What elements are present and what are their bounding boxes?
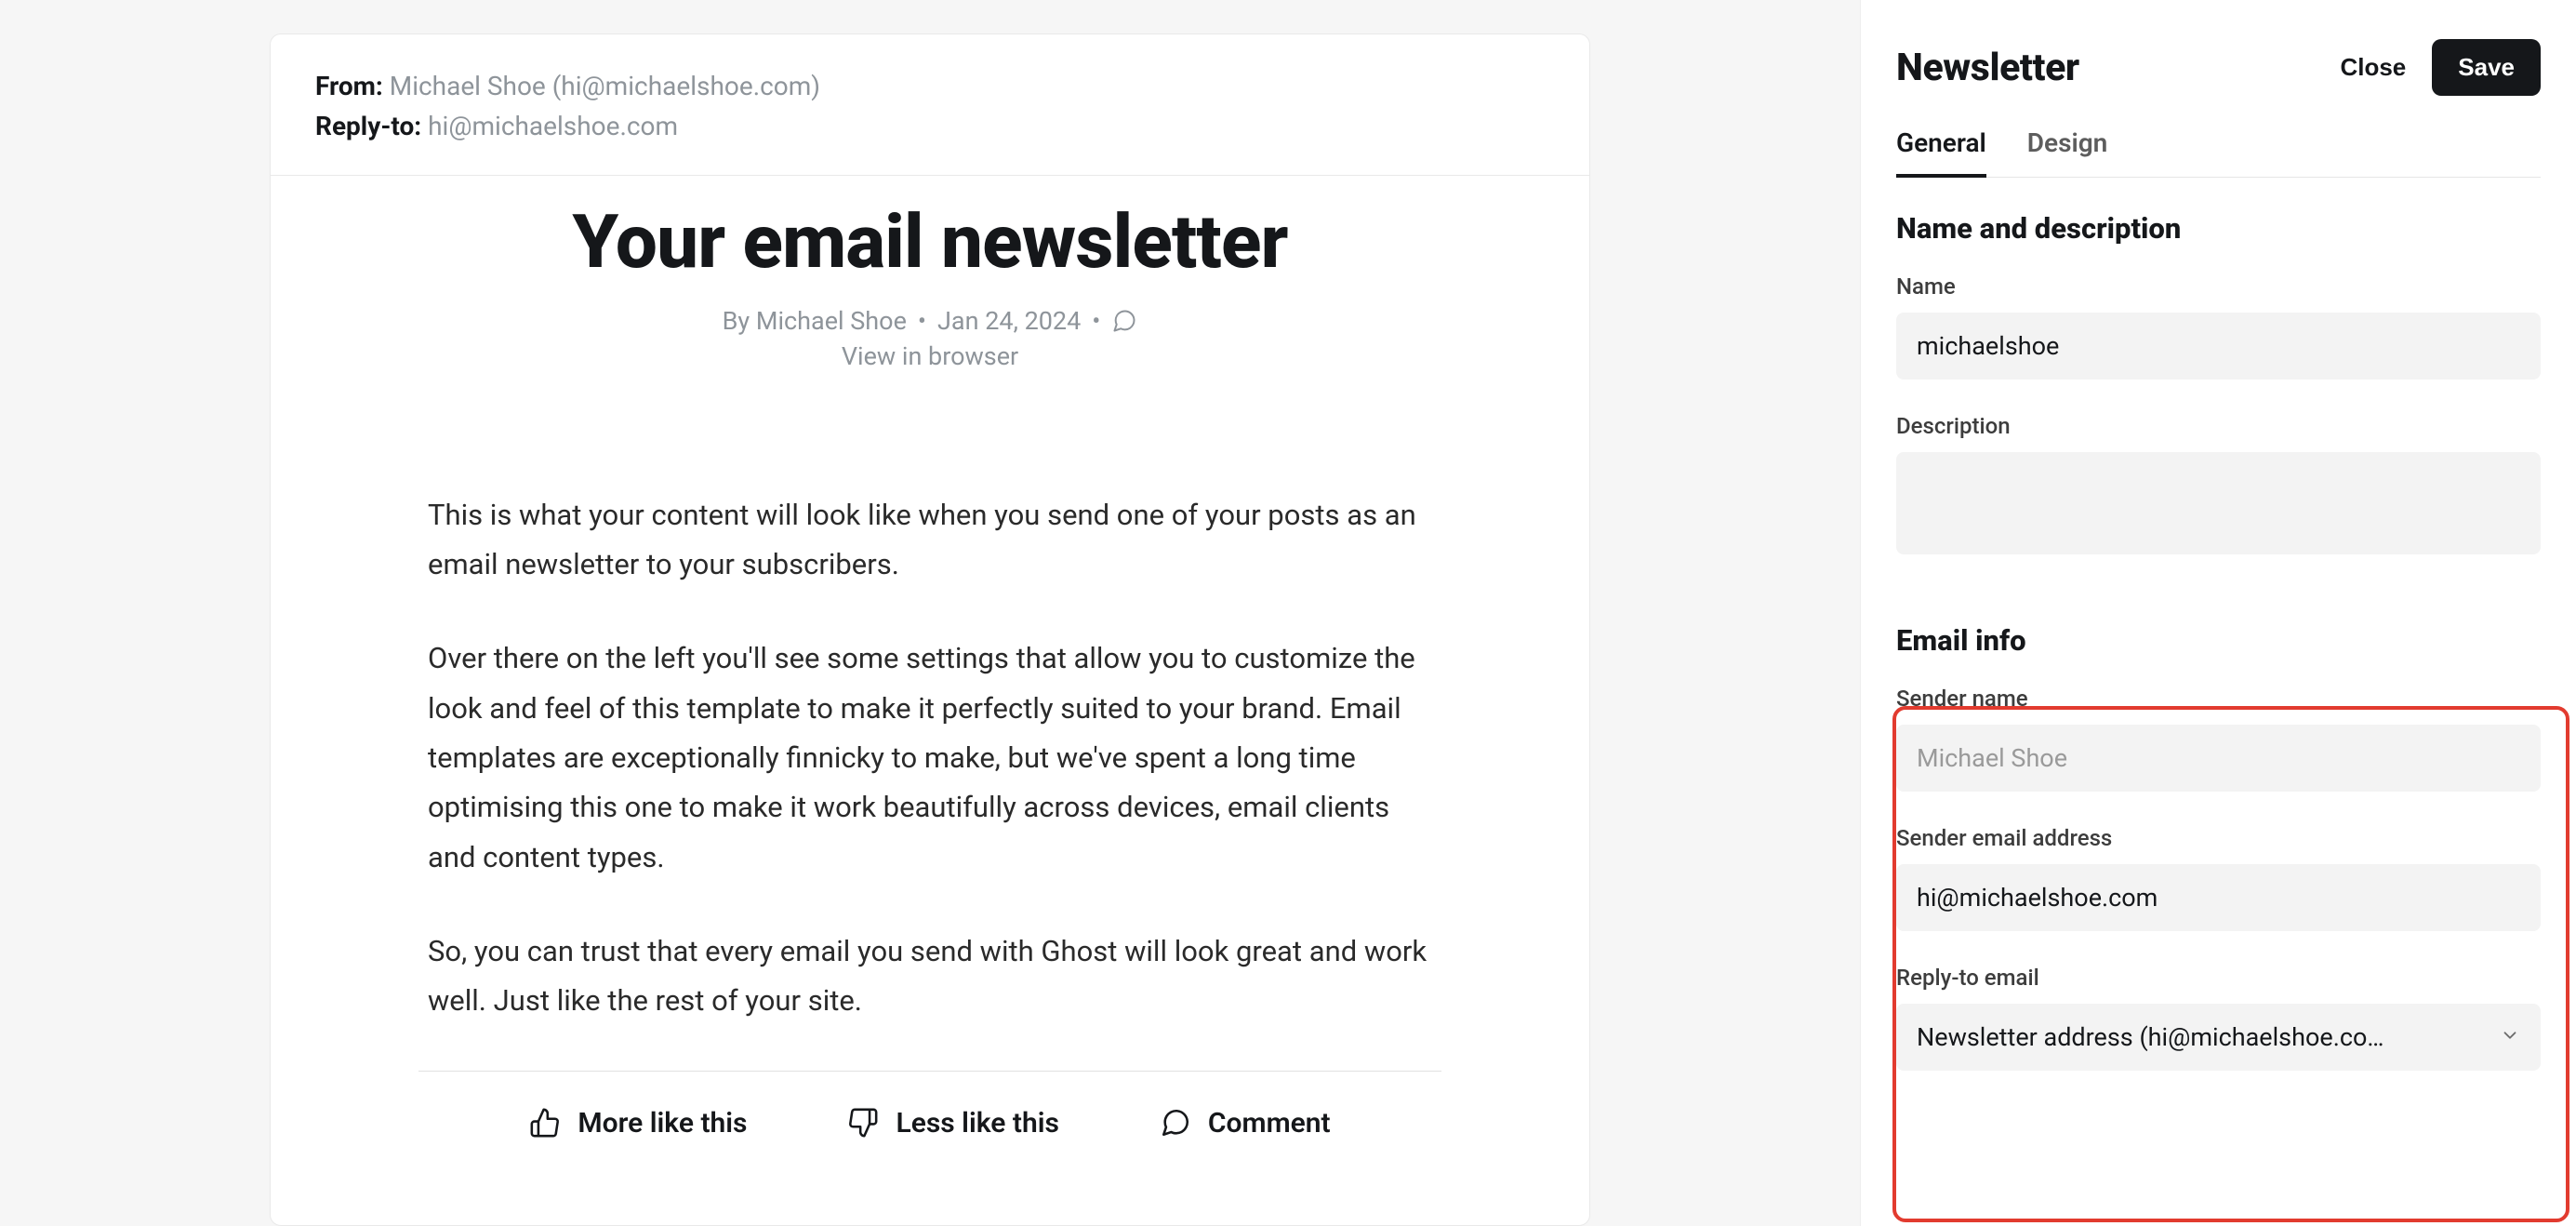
save-button[interactable]: Save	[2432, 39, 2541, 96]
name-input[interactable]	[1896, 313, 2541, 380]
view-in-browser-link[interactable]: View in browser	[317, 341, 1543, 371]
byline-author: By Michael Shoe	[723, 306, 907, 336]
less-like-this-button[interactable]: Less like this	[847, 1107, 1058, 1139]
byline-date: Jan 24, 2024	[937, 306, 1081, 336]
email-feedback-actions: More like this Less like this Comment	[317, 1107, 1543, 1147]
comment-label: Comment	[1208, 1107, 1331, 1139]
sender-email-input[interactable]	[1896, 864, 2541, 931]
sender-name-label: Sender name	[1896, 686, 2541, 712]
email-content: This is what your content will look like…	[428, 490, 1432, 1026]
panel-tabs: General Design	[1896, 127, 2541, 178]
email-header: From: Michael Shoe (hi@michaelshoe.com) …	[271, 34, 1589, 176]
tab-general[interactable]: General	[1896, 127, 1986, 177]
email-title: Your email newsletter	[317, 198, 1543, 286]
newsletter-settings-panel: Newsletter Close Save General Design Nam…	[1860, 0, 2576, 1226]
email-paragraph: Over there on the left you'll see some s…	[428, 633, 1432, 882]
thumbs-down-icon	[847, 1107, 879, 1139]
sender-email-label: Sender email address	[1896, 825, 2541, 851]
thumbs-up-icon	[529, 1107, 561, 1139]
email-paragraph: So, you can trust that every email you s…	[428, 926, 1432, 1026]
less-like-this-label: Less like this	[896, 1107, 1058, 1139]
byline-separator: •	[1092, 306, 1100, 336]
email-preview-card: From: Michael Shoe (hi@michaelshoe.com) …	[270, 33, 1590, 1226]
byline-separator: •	[918, 306, 926, 336]
email-paragraph: This is what your content will look like…	[428, 490, 1432, 590]
close-button[interactable]: Close	[2340, 53, 2406, 82]
comment-icon	[1111, 308, 1137, 334]
email-byline: By Michael Shoe • Jan 24, 2024 •	[723, 306, 1138, 336]
section-email-info: Email info	[1896, 623, 2541, 658]
reply-to-email-select[interactable]: Newsletter address (hi@michaelshoe.co…	[1896, 1004, 2541, 1071]
email-preview-pane: From: Michael Shoe (hi@michaelshoe.com) …	[0, 0, 1860, 1226]
comment-icon	[1160, 1107, 1191, 1139]
description-input[interactable]	[1896, 452, 2541, 554]
more-like-this-label: More like this	[578, 1107, 747, 1139]
reply-to-email-label: Reply-to email	[1896, 965, 2541, 991]
more-like-this-button[interactable]: More like this	[529, 1107, 747, 1139]
from-value: Michael Shoe (hi@michaelshoe.com)	[390, 71, 820, 101]
tab-design[interactable]: Design	[2027, 127, 2108, 177]
reply-to-value: hi@michaelshoe.com	[428, 111, 678, 141]
sender-name-input[interactable]	[1896, 725, 2541, 792]
email-divider	[418, 1071, 1441, 1072]
from-label: From:	[315, 71, 383, 101]
section-name-description: Name and description	[1896, 211, 2541, 246]
email-body: Your email newsletter By Michael Shoe • …	[271, 176, 1589, 1225]
panel-title: Newsletter	[1896, 46, 2079, 90]
description-label: Description	[1896, 413, 2541, 439]
reply-to-label: Reply-to:	[315, 111, 421, 141]
comment-button[interactable]: Comment	[1160, 1107, 1331, 1139]
name-label: Name	[1896, 273, 2541, 300]
